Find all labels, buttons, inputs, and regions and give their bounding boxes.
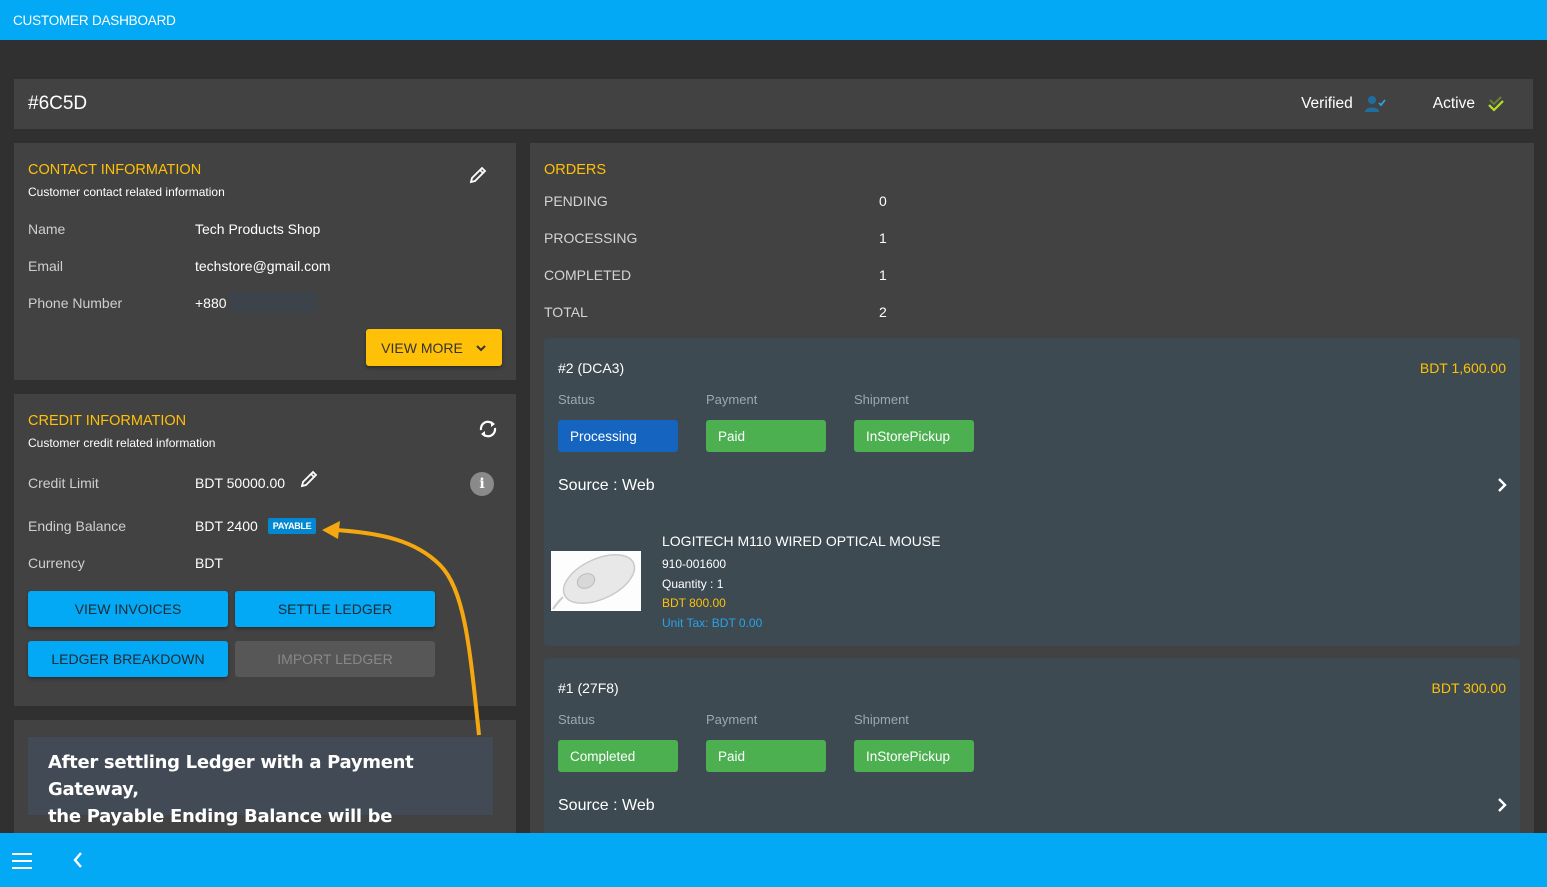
order-card[interactable]: #1 (27F8) BDT 300.00 Status Payment Ship… (544, 658, 1520, 858)
payment-chip: Paid (706, 740, 826, 772)
callout-line-1: After settling Ledger with a Payment Gat… (48, 752, 414, 800)
phone-value: +880 (195, 294, 227, 311)
view-more-label: VIEW MORE (381, 339, 463, 356)
customer-id: #6C5D (28, 93, 88, 114)
customer-header: #6C5D Verified Active (14, 79, 1533, 129)
shipment-label: Shipment (854, 392, 909, 407)
top-app-bar: CUSTOMER DASHBOARD (0, 0, 1547, 40)
chevron-right-icon[interactable] (1496, 797, 1508, 813)
pending-label: PENDING (544, 193, 608, 209)
credit-limit-row: Credit Limit BDT 50000.00 (28, 475, 285, 491)
order-source: Source : Web (558, 477, 655, 494)
payment-label: Payment (706, 712, 758, 727)
view-invoices-button[interactable]: VIEW INVOICES (28, 591, 228, 627)
order-id: #1 (27F8) (558, 680, 619, 696)
product-sku: 910-001600 (662, 557, 727, 571)
bottom-app-bar (0, 833, 1547, 887)
import-ledger-button: IMPORT LEDGER (235, 641, 435, 677)
verified-user-icon (1364, 96, 1386, 112)
verified-status: Verified (1301, 95, 1387, 113)
edit-contact-icon[interactable] (468, 165, 488, 185)
product-quantity: Quantity : 1 (662, 577, 724, 591)
currency-row: Currency BDT (28, 555, 223, 571)
contact-information-card: CONTACT INFORMATION Customer contact rel… (14, 143, 516, 380)
info-icon[interactable]: i (470, 472, 494, 496)
orders-title: ORDERS (544, 162, 607, 178)
order-source: Source : Web (558, 797, 655, 814)
processing-label: PROCESSING (544, 230, 638, 246)
total-stat: TOTAL 2 (544, 304, 904, 320)
hamburger-menu-icon[interactable] (12, 852, 34, 870)
credit-limit-label: Credit Limit (28, 475, 99, 491)
email-value: techstore@gmail.com (195, 258, 331, 274)
total-count: 2 (879, 304, 887, 320)
payment-label: Payment (706, 392, 758, 407)
status-chip: Completed (558, 740, 678, 772)
active-label: Active (1432, 95, 1475, 112)
active-status: Active (1433, 95, 1505, 113)
processing-stat: PROCESSING 1 (544, 230, 904, 246)
back-chevron-icon[interactable] (72, 851, 84, 869)
ending-balance-row: Ending Balance BDT 2400 PAYABLE (28, 518, 317, 534)
view-more-button[interactable]: VIEW MORE (366, 329, 502, 366)
status-chip: Processing (558, 420, 678, 452)
app-title: CUSTOMER DASHBOARD (13, 12, 176, 28)
completed-label: COMPLETED (544, 267, 632, 283)
double-check-icon (1488, 96, 1504, 112)
credit-information-card: CREDIT INFORMATION Customer credit relat… (14, 394, 516, 706)
credit-subtitle: Customer credit related information (28, 436, 216, 450)
email-label: Email (28, 258, 64, 274)
contact-phone-row: Phone Number +880 (28, 292, 317, 313)
total-label: TOTAL (544, 304, 588, 320)
ending-balance-label: Ending Balance (28, 518, 127, 534)
redacted-phone (228, 292, 317, 313)
shipment-chip: InStorePickup (854, 420, 974, 452)
name-label: Name (28, 221, 66, 237)
mouse-product-icon (551, 551, 641, 611)
currency-value: BDT (195, 555, 223, 571)
status-label: Status (558, 392, 595, 407)
product-image (551, 551, 641, 611)
order-card[interactable]: #2 (DCA3) BDT 1,600.00 Status Payment Sh… (544, 338, 1520, 646)
orders-card: ORDERS PENDING 0 PROCESSING 1 COMPLETED … (530, 143, 1534, 858)
credit-limit-value: BDT 50000.00 (195, 475, 286, 491)
product-price: BDT 800.00 (662, 596, 726, 610)
phone-label: Phone Number (28, 294, 123, 311)
refresh-icon[interactable] (477, 419, 499, 439)
product-name: LOGITECH M110 WIRED OPTICAL MOUSE (662, 533, 941, 549)
shipment-chip: InStorePickup (854, 740, 974, 772)
processing-count: 1 (879, 230, 887, 246)
contact-subtitle: Customer contact related information (28, 185, 225, 199)
credit-title: CREDIT INFORMATION (28, 413, 187, 429)
status-label: Status (558, 712, 595, 727)
contact-name-row: Name Tech Products Shop (28, 221, 320, 237)
product-unit-tax: Unit Tax: BDT 0.00 (662, 616, 763, 630)
edit-credit-limit-icon[interactable] (299, 469, 319, 489)
chevron-right-icon[interactable] (1496, 477, 1508, 493)
name-value: Tech Products Shop (195, 221, 321, 237)
order-amount: BDT 300.00 (1431, 680, 1506, 696)
chevron-down-icon (476, 344, 486, 351)
completed-count: 1 (879, 267, 887, 283)
payable-badge: PAYABLE (267, 518, 317, 534)
ledger-breakdown-button[interactable]: LEDGER BREAKDOWN (28, 641, 228, 677)
annotation-callout: After settling Ledger with a Payment Gat… (28, 737, 493, 854)
completed-stat: COMPLETED 1 (544, 267, 904, 283)
pending-count: 0 (879, 193, 887, 209)
contact-email-row: Email techstore@gmail.com (28, 258, 331, 274)
verified-label: Verified (1301, 95, 1353, 112)
ending-balance-value: BDT 2400 (195, 518, 258, 534)
payment-chip: Paid (706, 420, 826, 452)
currency-label: Currency (28, 555, 85, 571)
settle-ledger-button[interactable]: SETTLE LEDGER (235, 591, 435, 627)
order-amount: BDT 1,600.00 (1419, 360, 1506, 376)
contact-title: CONTACT INFORMATION (28, 162, 202, 178)
order-id: #2 (DCA3) (558, 360, 625, 376)
shipment-label: Shipment (854, 712, 909, 727)
pending-stat: PENDING 0 (544, 193, 904, 209)
